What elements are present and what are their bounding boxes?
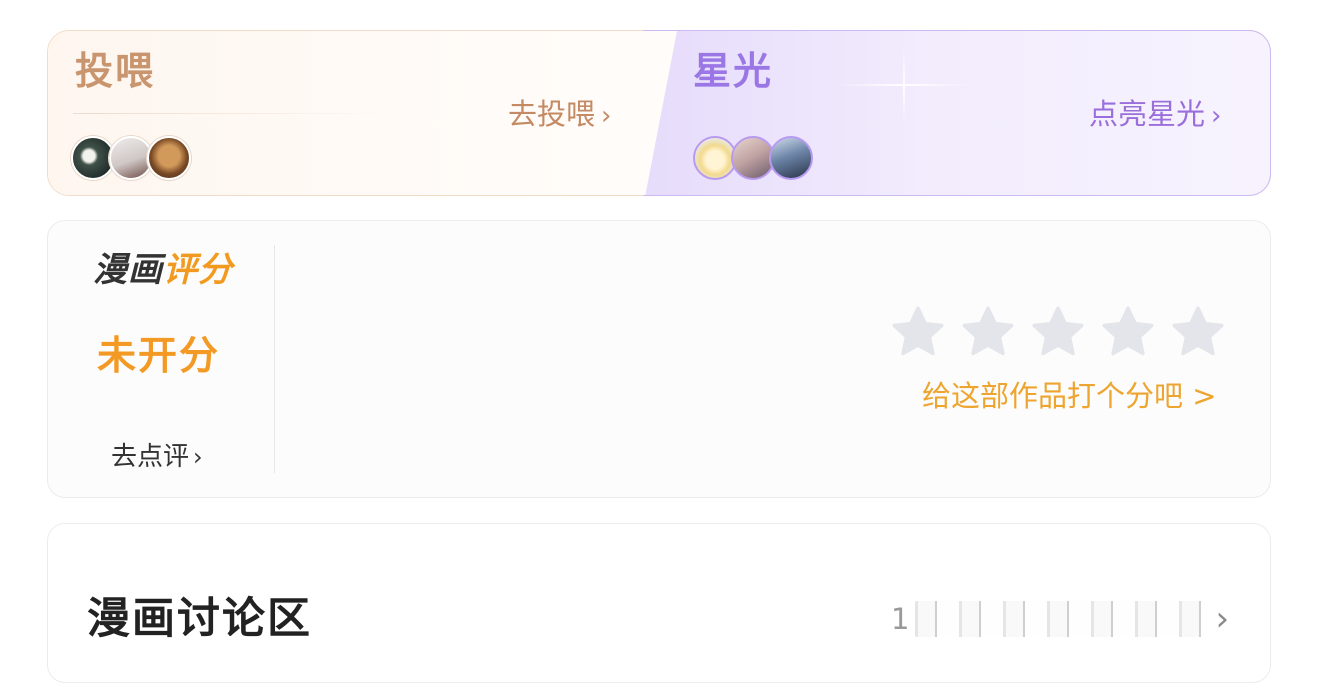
starlight-avatar-group[interactable] (693, 136, 813, 180)
rate-prompt-link[interactable]: 给这部作品打个分吧 > (922, 377, 1217, 415)
star-icon[interactable] (1170, 304, 1226, 360)
discussion-meta[interactable]: 1 › (891, 600, 1229, 638)
star-icon[interactable] (1100, 304, 1156, 360)
go-feed-label: 去投喂 (508, 97, 596, 131)
rating-divider (274, 245, 275, 473)
rating-status: 未开分 (97, 334, 221, 379)
go-feed-link[interactable]: 去投喂 › (508, 95, 611, 135)
feed-avatar-group[interactable] (71, 136, 191, 180)
light-starlight-link[interactable]: 点亮星光 › (1089, 95, 1221, 135)
chevron-right-icon: › (601, 101, 612, 131)
blurred-discussion-count (915, 601, 1206, 637)
comic-rating-logo: 漫画评分 (93, 250, 233, 290)
sparkle-decoration-vertical (903, 50, 905, 122)
avatar (769, 136, 813, 180)
star-icon[interactable] (1030, 304, 1086, 360)
sparkle-decoration (840, 84, 970, 86)
discussion-count-prefix: 1 (891, 602, 910, 636)
feed-divider (73, 113, 393, 114)
starlight-title: 星光 (693, 49, 774, 93)
go-review-link[interactable]: 去点评 › (111, 440, 203, 474)
logo-text-rating: 评分 (163, 250, 233, 290)
star-icon[interactable] (960, 304, 1016, 360)
star-icon[interactable] (890, 304, 946, 360)
avatar (147, 136, 191, 180)
star-rating[interactable] (890, 304, 1226, 360)
feed-title: 投喂 (75, 49, 156, 93)
chevron-right-icon: › (1215, 599, 1230, 639)
light-starlight-label: 点亮星光 (1089, 97, 1206, 131)
chevron-right-icon: › (193, 443, 203, 471)
discussion-title: 漫画讨论区 (87, 594, 312, 644)
logo-text-comic: 漫画 (93, 250, 163, 290)
chevron-right-icon: › (1211, 101, 1222, 131)
go-review-label: 去点评 (111, 442, 190, 472)
